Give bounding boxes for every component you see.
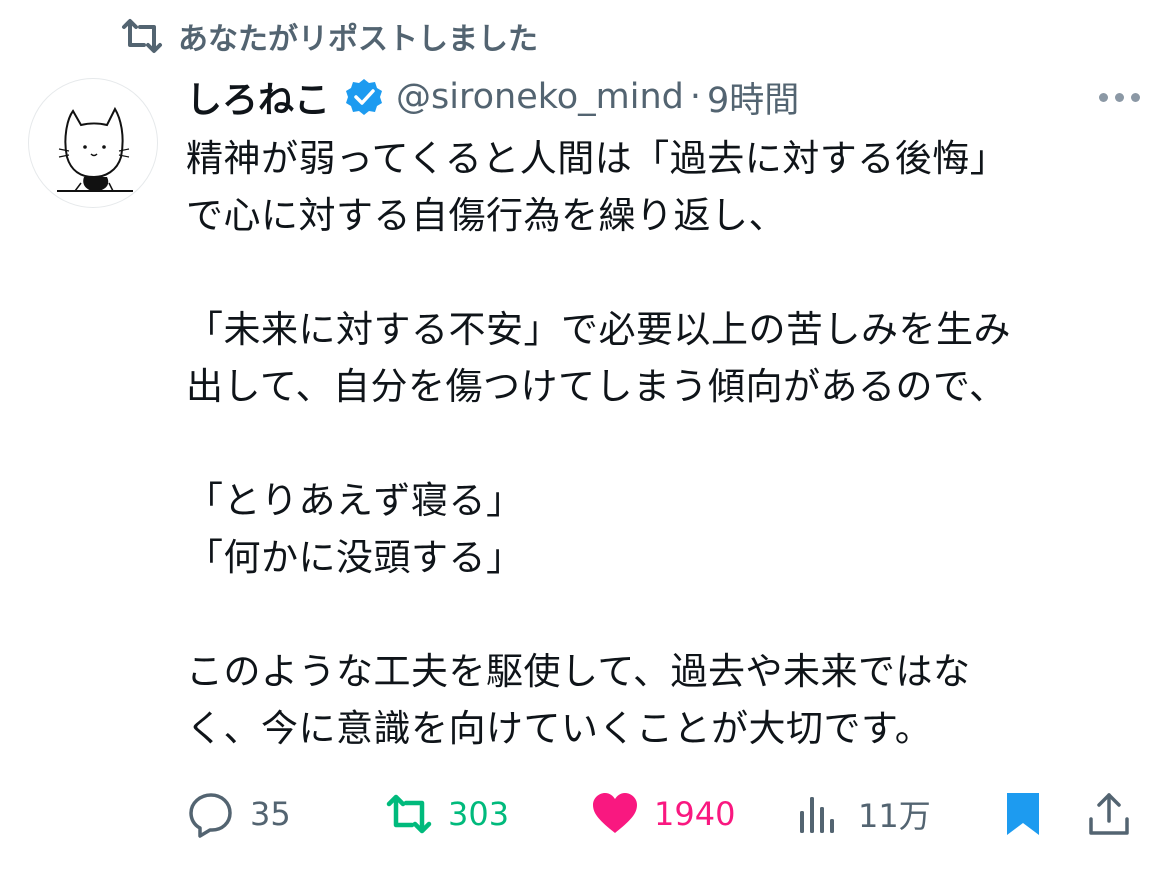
repost-count: 303	[448, 795, 510, 833]
more-options-button[interactable]	[1099, 72, 1140, 122]
tweet-time[interactable]: 9時間	[707, 72, 799, 123]
repost-button[interactable]: 303	[384, 789, 509, 839]
reply-count: 35	[250, 795, 291, 833]
repost-banner-text: あなたがリポストしました	[178, 22, 538, 57]
tweet[interactable]: あなたがリポストしました しろねこ @sironeko_mind · 9時間 精…	[0, 0, 1170, 896]
author-handle[interactable]: @sironeko_mind	[396, 77, 684, 117]
like-count: 1940	[654, 795, 736, 833]
tweet-header: しろねこ @sironeko_mind · 9時間	[186, 72, 1170, 122]
verified-badge-icon[interactable]	[344, 77, 384, 117]
share-icon	[1089, 793, 1129, 835]
heart-icon	[593, 793, 637, 833]
more-dot-icon	[1099, 92, 1108, 102]
author-name[interactable]: しろねこ	[186, 71, 330, 123]
bookmark-icon	[1007, 793, 1039, 835]
action-bar: 35 303 1940 11万	[186, 786, 1134, 842]
avatar[interactable]	[28, 78, 158, 208]
reply-icon	[189, 793, 232, 838]
share-button[interactable]	[1084, 789, 1134, 839]
repost-icon	[122, 19, 162, 53]
repost-icon	[386, 794, 432, 834]
reply-button[interactable]: 35	[186, 789, 291, 839]
repost-banner[interactable]: あなたがリポストしました	[120, 14, 538, 58]
separator-dot: ·	[689, 77, 702, 117]
more-dot-icon	[1131, 92, 1140, 102]
view-count: 11万	[858, 797, 931, 835]
tweet-text: 精神が弱ってくると人間は「過去に対する後悔」 で心に対する自傷行為を繰り返し、 …	[186, 137, 1011, 750]
white-cat-avatar	[57, 106, 133, 192]
more-dot-icon	[1115, 92, 1124, 102]
views-chart-icon	[800, 797, 834, 833]
bookmark-button[interactable]	[998, 789, 1048, 839]
like-button[interactable]: 1940	[590, 789, 735, 839]
views-button[interactable]: 11万	[794, 789, 931, 839]
